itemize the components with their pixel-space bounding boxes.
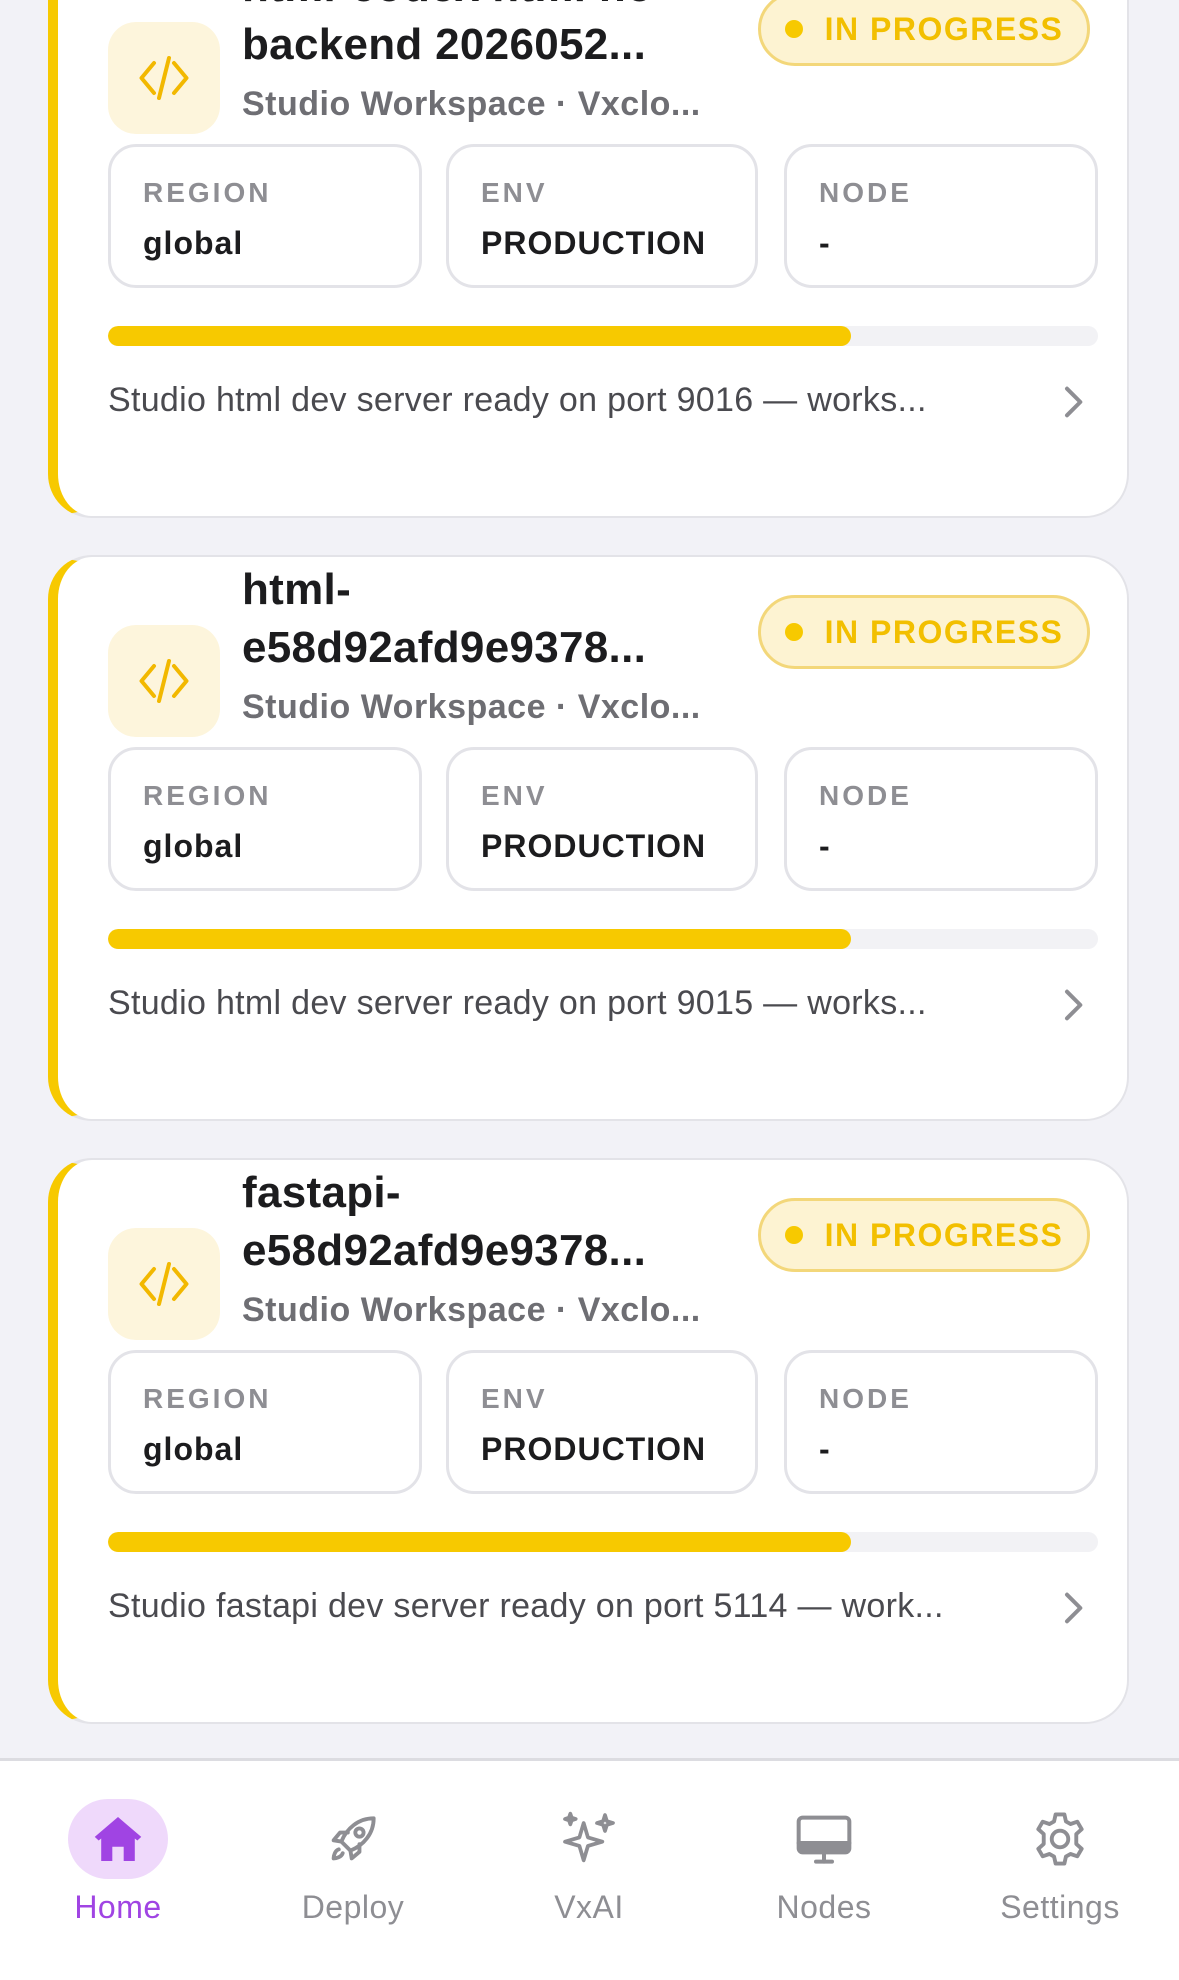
status-message: Studio html dev server ready on port 901… [108,381,927,419]
home-icon [68,1799,168,1879]
progress-fill [108,1532,851,1552]
chevron-right-icon[interactable] [1052,985,1092,1025]
node-stat: NODE - [784,747,1098,891]
env-label: ENV [481,1383,548,1414]
status-label: IN PROGRESS [824,1216,1064,1253]
card-subtitle: Studio Workspace · Vxclo... [242,1291,701,1329]
tab-vxai[interactable]: VxAI [489,1761,689,1961]
deployment-card[interactable]: fastapi- e58d92afd9e9378... Studio Works… [48,1158,1129,1724]
chevron-right-icon[interactable] [1052,382,1092,422]
progress-fill [108,326,851,346]
node-value: - [819,225,831,261]
region-label: REGION [143,1383,272,1414]
bottom-tab-bar: Home Deploy VxAI Nodes Settings [0,1758,1179,1980]
gear-icon [1010,1799,1110,1879]
node-value: - [819,828,831,864]
tab-label: VxAI [554,1889,624,1925]
region-label: REGION [143,177,272,208]
status-label: IN PROGRESS [824,10,1064,47]
tab-label: Settings [1000,1889,1120,1925]
card-title: html- e58d92afd9e9378... [242,565,647,672]
env-stat: ENV PRODUCTION [446,144,758,288]
node-stat: NODE - [784,144,1098,288]
node-stat: NODE - [784,1350,1098,1494]
region-value: global [143,828,244,864]
node-label: NODE [819,1383,912,1414]
status-dot [784,1226,803,1244]
tab-label: Deploy [301,1889,405,1925]
card-title: fastapi- e58d92afd9e9378... [242,1168,647,1275]
node-label: NODE [819,780,912,811]
region-stat: REGION global [108,144,422,288]
tab-nodes[interactable]: Nodes [724,1761,924,1961]
code-icon [108,22,220,134]
code-icon [108,625,220,737]
env-stat: ENV PRODUCTION [446,1350,758,1494]
env-value: PRODUCTION [481,225,707,261]
env-label: ENV [481,177,548,208]
card-title: html-codex html no backend 2026052... [242,0,653,69]
progress-fill [108,929,851,949]
region-stat: REGION global [108,1350,422,1494]
env-label: ENV [481,780,548,811]
status-label: IN PROGRESS [824,613,1064,650]
region-stat: REGION global [108,747,422,891]
status-badge: IN PROGRESS [758,1198,1090,1272]
tab-label: Home [74,1889,162,1925]
chevron-right-icon[interactable] [1052,1588,1092,1628]
status-dot [784,20,803,38]
node-value: - [819,1431,831,1467]
env-value: PRODUCTION [481,828,707,864]
code-icon [108,1228,220,1340]
progress-bar [108,1532,1098,1552]
tab-deploy[interactable]: Deploy [253,1761,453,1961]
node-label: NODE [819,177,912,208]
progress-bar [108,326,1098,346]
tab-label: Nodes [776,1889,872,1925]
tab-settings[interactable]: Settings [960,1761,1160,1961]
sparkles-icon [539,1799,639,1879]
env-value: PRODUCTION [481,1431,707,1467]
status-badge: IN PROGRESS [758,595,1090,669]
progress-bar [108,929,1098,949]
deployment-card[interactable]: html-codex html no backend 2026052... St… [48,0,1129,518]
rocket-icon [303,1799,403,1879]
env-stat: ENV PRODUCTION [446,747,758,891]
deployment-card[interactable]: html- e58d92afd9e9378... Studio Workspac… [48,555,1129,1121]
monitor-icon [774,1799,874,1879]
region-value: global [143,1431,244,1467]
status-badge: IN PROGRESS [758,0,1090,66]
card-subtitle: Studio Workspace · Vxclo... [242,688,701,726]
status-message: Studio html dev server ready on port 901… [108,984,927,1022]
region-value: global [143,225,244,261]
status-dot [784,623,803,641]
card-subtitle: Studio Workspace · Vxclo... [242,85,701,123]
region-label: REGION [143,780,272,811]
tab-home[interactable]: Home [18,1761,218,1961]
status-message: Studio fastapi dev server ready on port … [108,1587,944,1625]
